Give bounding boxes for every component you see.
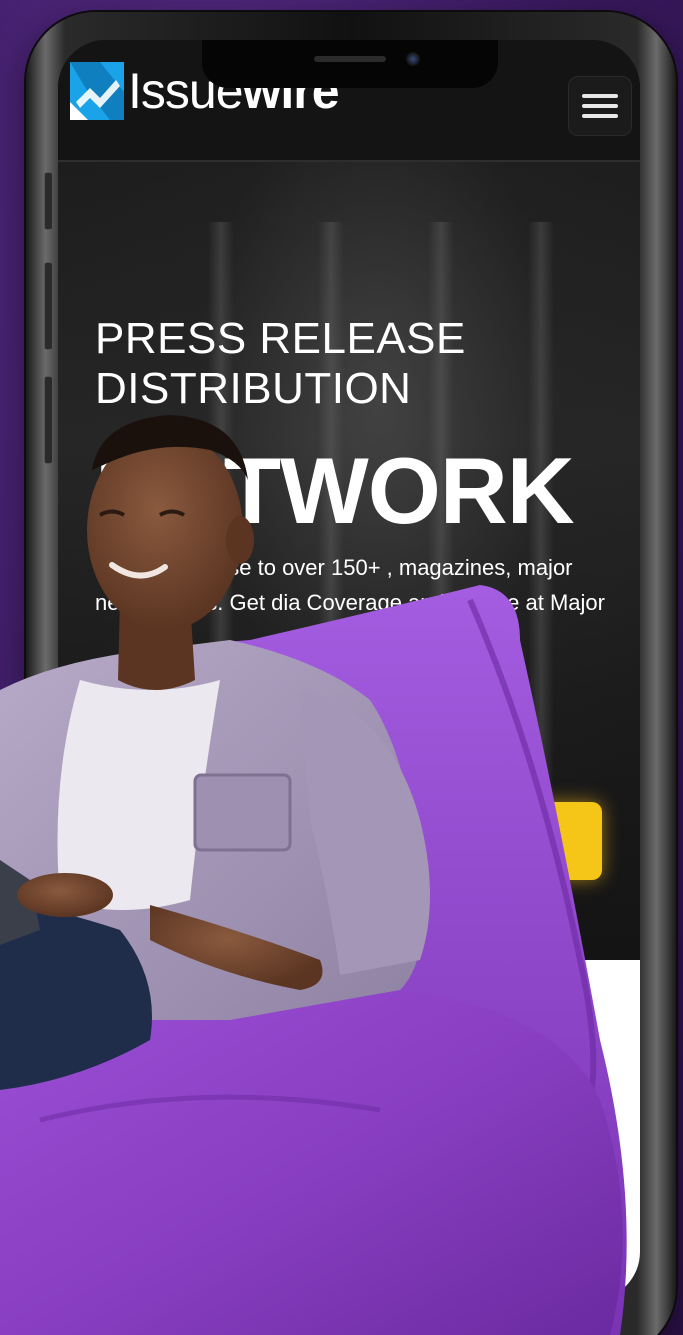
promo-stage: Issuewire PRESS RELEASE DISTRIBUTION NET… [0,0,683,1335]
person-on-beanbag-image [0,415,627,1335]
